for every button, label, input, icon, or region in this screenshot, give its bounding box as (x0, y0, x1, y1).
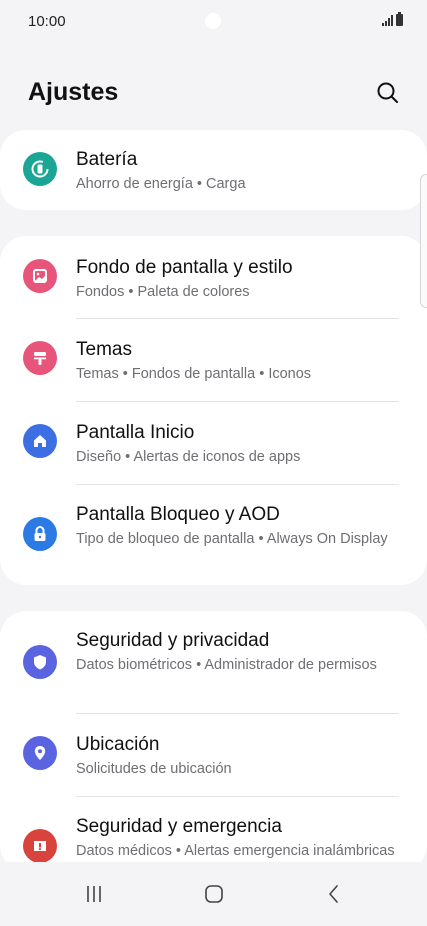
settings-item-home-screen[interactable]: Pantalla Inicio Diseño • Alertas de icon… (0, 402, 427, 484)
navigation-bar (0, 862, 427, 926)
settings-card-2: Fondo de pantalla y estilo Fondos • Pale… (0, 236, 427, 585)
item-title: Seguridad y privacidad (76, 630, 270, 651)
item-subtitle: Tipo de bloqueo de pantalla • Always On … (76, 531, 388, 547)
status-icons (382, 12, 403, 26)
settings-item-battery[interactable]: Batería Ahorro de energía • Carga (0, 130, 427, 210)
back-button[interactable] (314, 874, 354, 914)
wallpaper-icon (23, 259, 57, 293)
recent-apps-icon (87, 886, 101, 902)
scroll-indicator[interactable] (420, 174, 427, 308)
item-subtitle: Temas • Fondos de pantalla • Iconos (76, 366, 312, 382)
signal-icon (382, 14, 393, 26)
settings-item-security-privacy[interactable]: Seguridad y privacidad Datos biométricos… (0, 611, 427, 713)
status-bar: 10:00 (0, 0, 427, 46)
page-title: Ajustes (28, 78, 119, 106)
settings-item-lock-screen[interactable]: Pantalla Bloqueo y AOD Tipo de bloqueo d… (0, 485, 427, 585)
item-title: Seguridad y emergencia (76, 816, 282, 837)
home-nav-icon (205, 885, 223, 903)
item-subtitle: Ahorro de energía • Carga (76, 176, 246, 192)
search-icon (377, 82, 398, 103)
settings-item-location[interactable]: Ubicación Solicitudes de ubicación (0, 714, 427, 796)
themes-icon (23, 341, 57, 375)
battery-status-icon (396, 12, 403, 26)
back-icon (329, 885, 338, 903)
item-title: Batería (76, 149, 138, 170)
item-subtitle: Fondos • Paleta de colores (76, 284, 250, 300)
battery-icon (23, 152, 57, 186)
settings-card-1: Batería Ahorro de energía • Carga (0, 130, 427, 210)
item-title: Pantalla Inicio (76, 422, 195, 443)
item-title: Temas (76, 339, 132, 360)
settings-item-themes[interactable]: Temas Temas • Fondos de pantalla • Icono… (0, 319, 427, 401)
settings-card-3: Seguridad y privacidad Datos biométricos… (0, 611, 427, 871)
item-subtitle: Diseño • Alertas de iconos de apps (76, 449, 301, 465)
location-icon (23, 736, 57, 770)
item-title: Pantalla Bloqueo y AOD (76, 504, 280, 525)
item-title: Ubicación (76, 734, 160, 755)
shield-icon (23, 645, 57, 679)
header: Ajustes (0, 70, 427, 114)
home-button[interactable] (194, 874, 234, 914)
item-subtitle: Solicitudes de ubicación (76, 761, 232, 777)
search-button[interactable] (373, 78, 403, 108)
settings-item-wallpaper[interactable]: Fondo de pantalla y estilo Fondos • Pale… (0, 236, 427, 318)
camera-cutout (205, 13, 221, 29)
item-subtitle: Datos médicos • Alertas emergencia inalá… (76, 843, 395, 859)
settings-item-safety-emergency[interactable]: Seguridad y emergencia Datos médicos • A… (0, 797, 427, 871)
item-subtitle: Datos biométricos • Administrador de per… (76, 657, 377, 673)
lock-icon (23, 517, 57, 551)
home-icon (23, 424, 57, 458)
status-time: 10:00 (28, 13, 66, 30)
recent-apps-button[interactable] (74, 874, 114, 914)
emergency-icon (23, 829, 57, 863)
item-title: Fondo de pantalla y estilo (76, 257, 293, 278)
